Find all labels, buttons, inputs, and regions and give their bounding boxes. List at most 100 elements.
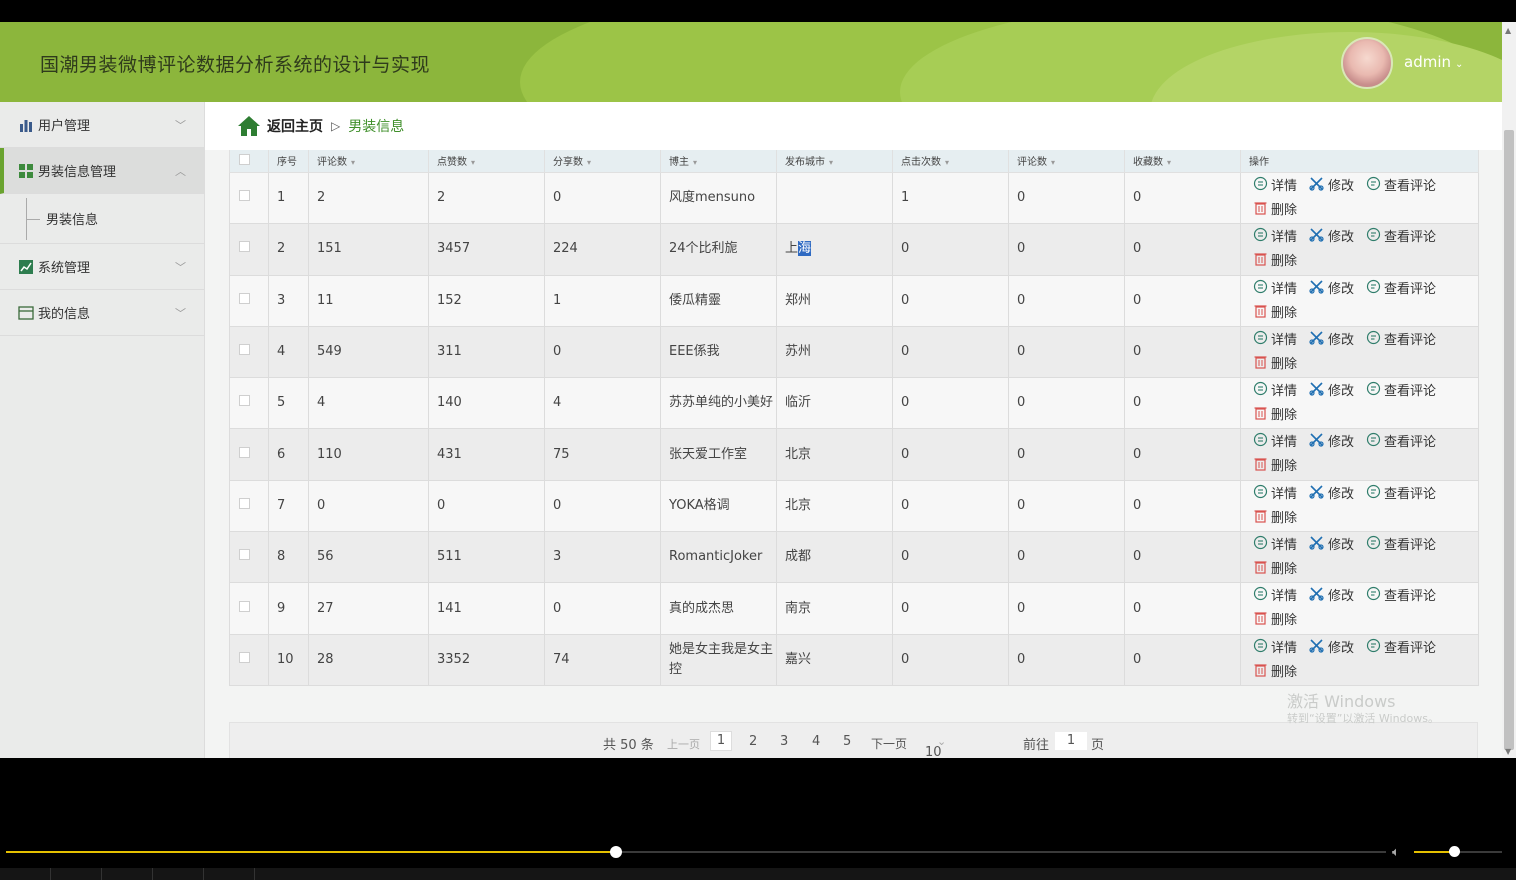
detail-button[interactable]: 详情 [1253,227,1297,249]
row-select-cell[interactable] [229,633,269,686]
detail-button[interactable]: 详情 [1253,279,1297,301]
row-checkbox[interactable] [239,395,250,407]
delete-button[interactable]: 删除 [1253,405,1297,427]
view-comments-button[interactable]: 查看评论 [1366,279,1436,301]
sort-icon[interactable]: ▾ [471,158,475,167]
sort-icon[interactable]: ▾ [1051,158,1055,167]
edit-button[interactable]: 修改 [1309,638,1354,660]
row-checkbox[interactable] [239,600,250,612]
column-header[interactable]: 收藏数 ▾ [1124,150,1241,173]
delete-button[interactable]: 删除 [1253,662,1297,684]
page-button[interactable]: 5 [843,734,851,749]
delete-button[interactable]: 删除 [1253,200,1297,222]
row-checkbox[interactable] [239,292,250,304]
column-header[interactable]: 点击次数 ▾ [892,150,1009,173]
view-comments-button[interactable]: 查看评论 [1366,176,1436,198]
detail-button[interactable]: 详情 [1253,535,1297,557]
sort-icon[interactable]: ▾ [351,158,355,167]
delete-button[interactable]: 删除 [1253,456,1297,478]
row-checkbox[interactable] [239,549,250,561]
user-menu[interactable]: admin ⌄ [1404,53,1463,71]
view-comments-button[interactable]: 查看评论 [1366,330,1436,352]
row-select-cell[interactable] [229,325,269,379]
row-checkbox[interactable] [239,446,250,458]
detail-button[interactable]: 详情 [1253,484,1297,506]
row-select-cell[interactable] [229,171,269,225]
edit-button[interactable]: 修改 [1309,330,1354,352]
row-select-cell[interactable] [229,428,269,481]
detail-button[interactable]: 详情 [1253,381,1297,403]
edit-button[interactable]: 修改 [1309,535,1354,557]
edit-button[interactable]: 修改 [1309,227,1354,249]
row-checkbox[interactable] [239,241,250,253]
view-comments-button[interactable]: 查看评论 [1366,535,1436,557]
delete-button[interactable]: 删除 [1253,610,1297,632]
sidebar-item-menswear-info[interactable]: 男装信息 [0,194,204,244]
view-comments-button[interactable]: 查看评论 [1366,586,1436,608]
sort-icon[interactable]: ▾ [587,158,591,167]
column-header[interactable]: 评论数 ▾ [1008,150,1125,173]
view-comments-button[interactable]: 查看评论 [1366,432,1436,454]
edit-button[interactable]: 修改 [1309,381,1354,403]
view-comments-button[interactable]: 查看评论 [1366,227,1436,249]
sort-icon[interactable]: ▾ [945,158,949,167]
page-button[interactable]: 3 [780,734,788,749]
delete-button[interactable]: 删除 [1253,559,1297,581]
row-checkbox[interactable] [239,497,250,509]
detail-button[interactable]: 详情 [1253,638,1297,660]
delete-button[interactable]: 删除 [1253,508,1297,530]
column-header[interactable]: 评论数 ▾ [308,150,429,173]
column-header[interactable]: 点赞数 ▾ [428,150,545,173]
edit-button[interactable]: 修改 [1309,279,1354,301]
edit-button[interactable]: 修改 [1309,484,1354,506]
avatar[interactable] [1341,37,1393,89]
scroll-up-icon[interactable]: ▲ [1505,26,1511,35]
delete-button[interactable]: 删除 [1253,354,1297,376]
delete-button[interactable]: 删除 [1253,251,1297,273]
volume-slider[interactable] [1414,846,1502,857]
scrollbar-thumb[interactable] [1504,130,1514,750]
detail-button[interactable]: 详情 [1253,330,1297,352]
row-select-cell[interactable] [229,479,269,533]
row-checkbox[interactable] [239,344,250,356]
progress-bar[interactable] [6,846,1386,858]
delete-button[interactable]: 删除 [1253,303,1297,325]
volume-knob[interactable] [1448,846,1460,857]
scroll-down-icon[interactable]: ▼ [1505,747,1511,756]
sidebar-item-my-info[interactable]: 我的信息 ﹀ [0,290,204,336]
home-icon[interactable] [237,115,261,137]
column-header[interactable]: 发布城市 ▾ [776,150,893,173]
select-all-cell[interactable] [229,150,269,173]
next-page-button[interactable]: 下一页 [871,735,907,752]
column-header[interactable]: 博主 ▾ [660,150,777,173]
page-button[interactable]: 2 [749,734,757,749]
column-header[interactable]: 分享数 ▾ [544,150,661,173]
sidebar-item-user-management[interactable]: 用户管理 ﹀ [0,102,204,148]
edit-button[interactable]: 修改 [1309,586,1354,608]
page-size-select[interactable]: 10条/页⌄ [925,734,946,758]
view-comments-button[interactable]: 查看评论 [1366,381,1436,403]
volume-icon[interactable]: 🔈︎ [1392,845,1400,860]
page-button[interactable]: 4 [812,734,820,749]
detail-button[interactable]: 详情 [1253,432,1297,454]
sort-icon[interactable]: ▾ [829,158,833,167]
progress-knob[interactable] [610,846,623,858]
select-all-checkbox[interactable] [239,154,250,165]
row-checkbox[interactable] [239,651,250,663]
row-checkbox[interactable] [239,190,250,202]
sidebar-item-menswear-management[interactable]: 男装信息管理 ︿ [0,148,204,194]
row-select-cell[interactable] [229,223,269,276]
sidebar-item-system-management[interactable]: 系统管理 ﹀ [0,244,204,290]
goto-input[interactable]: 1 [1054,731,1088,751]
edit-button[interactable]: 修改 [1309,432,1354,454]
row-select-cell[interactable] [229,531,269,584]
vertical-scrollbar[interactable]: ▲ ▼ [1502,22,1516,758]
sort-icon[interactable]: ▾ [1167,158,1171,167]
breadcrumb-home[interactable]: 返回主页 [267,116,323,136]
row-select-cell[interactable] [229,582,269,635]
detail-button[interactable]: 详情 [1253,586,1297,608]
sort-icon[interactable]: ▾ [693,158,697,167]
row-select-cell[interactable] [229,274,269,327]
view-comments-button[interactable]: 查看评论 [1366,638,1436,660]
detail-button[interactable]: 详情 [1253,176,1297,198]
